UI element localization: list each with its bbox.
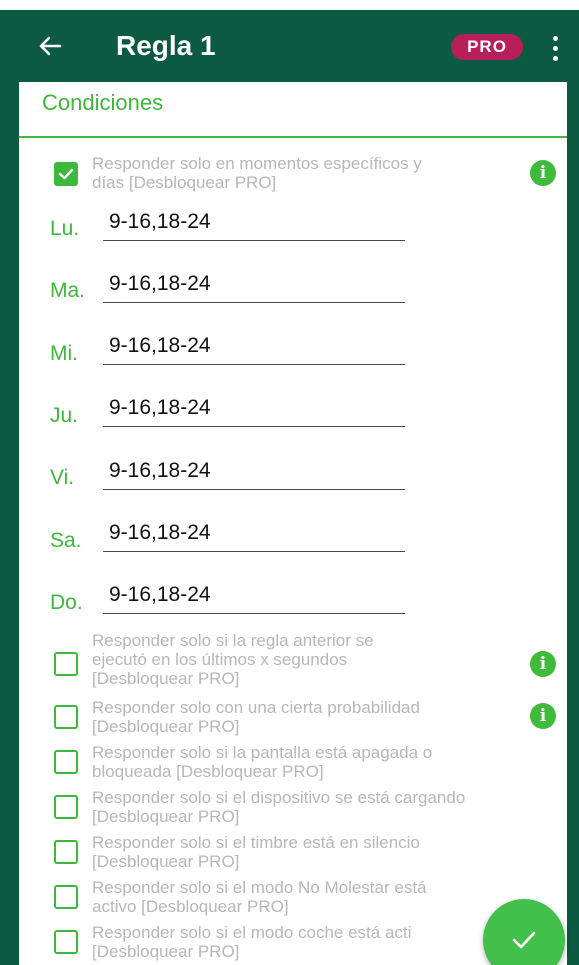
car-mode-checkbox[interactable] [54,930,78,954]
pro-badge[interactable]: PRO [451,34,523,60]
previous-rule-label: Responder solo si la regla anterior se e… [92,631,374,688]
section-title: Condiciones [42,90,164,115]
day-label: Ju. [50,404,79,427]
conditions-panel: Condiciones Responder solo en momentos e… [19,82,567,965]
day-label: Sa. [50,529,82,552]
day-label: Mi. [50,342,78,365]
info-icon[interactable]: i [530,160,556,186]
time-condition-label: Responder solo en momentos específicos y… [92,154,422,192]
day-label: Vi. [50,466,75,489]
charging-checkbox[interactable] [54,795,78,819]
right-frame [567,10,579,965]
more-vert-icon [553,36,558,41]
screen-off-checkbox[interactable] [54,750,78,774]
day-label: Lu. [50,217,80,240]
ringer-silent-checkbox[interactable] [54,840,78,864]
day-hours-input[interactable]: 9-16,18-24 [103,333,405,365]
time-condition-checkbox[interactable] [54,162,78,186]
app-bar: Regla 1 PRO [0,10,579,82]
do-not-disturb-checkbox[interactable] [54,885,78,909]
probability-label: Responder solo con una cierta probabilid… [92,698,420,736]
check-icon [512,931,536,949]
charging-label: Responder solo si el dispositivo se está… [92,788,466,826]
day-hours-input[interactable]: 9-16,18-24 [103,395,405,427]
day-hours-input[interactable]: 9-16,18-24 [103,458,405,490]
day-label: Ma. [50,279,86,302]
left-frame [0,10,19,965]
day-hours-input[interactable]: 9-16,18-24 [103,520,405,552]
probability-checkbox[interactable] [54,705,78,729]
section-divider [19,136,567,138]
info-icon[interactable]: i [530,651,556,677]
back-button[interactable] [34,30,66,62]
do-not-disturb-label: Responder solo si el modo No Molestar es… [92,878,427,916]
screen-off-label: Responder solo si la pantalla está apaga… [92,743,433,781]
day-hours-input[interactable]: 9-16,18-24 [103,209,405,241]
previous-rule-checkbox[interactable] [54,652,78,676]
check-icon [58,168,74,180]
car-mode-label: Responder solo si el modo coche está act… [92,923,412,961]
page-title: Regla 1 [116,30,216,61]
ringer-silent-label: Responder solo si el timbre está en sile… [92,833,420,871]
more-menu-button[interactable] [548,34,562,62]
day-label: Do. [50,591,83,614]
arrow-left-icon [39,36,62,56]
day-hours-input[interactable]: 9-16,18-24 [103,582,405,614]
day-hours-input[interactable]: 9-16,18-24 [103,271,405,303]
info-icon[interactable]: i [530,703,556,729]
status-bar-area [0,0,579,10]
